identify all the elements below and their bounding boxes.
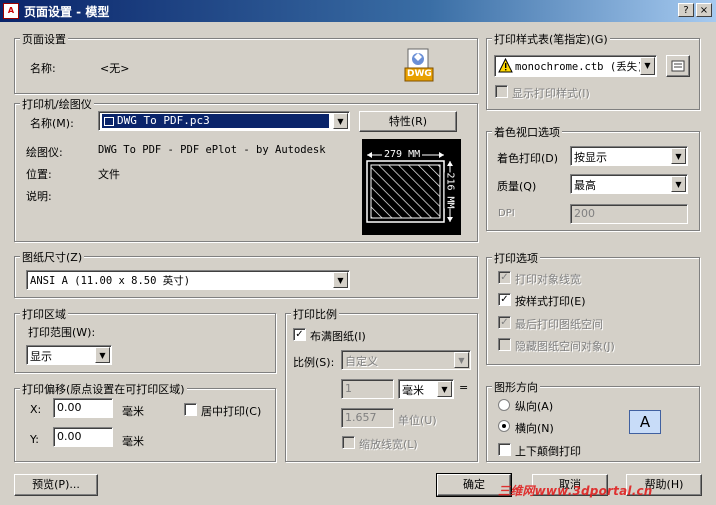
hide-paperspace-label: 隐藏图纸空间对象(J)	[515, 340, 615, 353]
plot-area-legend: 打印区域	[20, 306, 68, 322]
preview-height-label: 216 MM	[444, 172, 456, 209]
orientation-preview-icon: A	[629, 410, 661, 434]
dpi-label: DPI	[498, 208, 515, 219]
plot-with-styles-label: 按样式打印(E)	[515, 295, 586, 308]
upside-down-label: 上下颠倒打印	[515, 445, 581, 458]
chevron-down-icon[interactable]: ▼	[333, 272, 348, 288]
shade-plot-label: 着色打印(D)	[497, 152, 559, 165]
preview-height-label-wrap: 216 MM	[441, 172, 459, 209]
printer-name-label: 名称(M):	[30, 117, 74, 130]
quality-label: 质量(Q)	[497, 180, 537, 193]
fit-to-paper-checkbox[interactable]: ✓	[293, 328, 306, 341]
plot-offset-legend: 打印偏移(原点设置在可打印区域)	[20, 381, 187, 397]
plot-range-select[interactable]: 显示 ▼	[26, 345, 112, 365]
landscape-radio[interactable]	[498, 420, 510, 432]
quality-value: 最高	[574, 179, 596, 192]
scale-value1-input[interactable]: 1	[341, 379, 394, 399]
offset-x-label: X:	[30, 403, 42, 416]
help-title-button[interactable]: ?	[678, 3, 694, 17]
plot-lineweights-label: 打印对象线宽	[515, 273, 581, 286]
paper-size-value: ANSI A (11.00 x 8.50 英寸)	[30, 275, 191, 287]
chevron-down-icon[interactable]: ▼	[640, 57, 655, 75]
portrait-label: 纵向(A)	[515, 400, 554, 413]
preview-button[interactable]: 预览(P)...	[14, 474, 98, 496]
plot-range-label: 打印范围(W):	[28, 326, 96, 339]
hide-paperspace-checkbox[interactable]	[498, 338, 511, 351]
autocad-app-icon: A	[3, 3, 19, 19]
watermark-text: 三维网www.3dportal.cn	[498, 484, 653, 498]
paper-preview: 279 MM 216 MM	[362, 139, 461, 235]
plot-paperspace-last-checkbox[interactable]: ✓	[498, 316, 511, 329]
paper-size-select[interactable]: ANSI A (11.00 x 8.50 英寸) ▼	[26, 270, 350, 290]
printer-legend: 打印机/绘图仪	[20, 96, 94, 112]
orientation-legend: 图形方向	[492, 379, 540, 395]
center-plot-checkbox[interactable]	[184, 403, 197, 416]
fit-to-paper-label: 布满图纸(I)	[310, 330, 366, 343]
warning-icon	[498, 58, 513, 73]
page-setup-name-value: <无>	[100, 62, 130, 75]
scale-value2-input[interactable]: 1.657	[341, 408, 394, 428]
chevron-down-icon[interactable]: ▼	[437, 381, 452, 397]
paper-size-legend: 图纸尺寸(Z)	[20, 249, 85, 265]
scale-lineweights-checkbox[interactable]	[342, 436, 355, 449]
plot-style-select[interactable]: monochrome.ctb (丢失) ▼	[494, 55, 657, 77]
page-setup-legend: 页面设置	[20, 31, 68, 47]
dwg-badge: DWG	[407, 69, 432, 79]
plot-style-table-legend: 打印样式表(笔指定)(G)	[492, 31, 610, 47]
location-value: 文件	[98, 168, 120, 181]
chevron-down-icon[interactable]: ▼	[333, 113, 348, 129]
scale-value: 自定义	[345, 355, 378, 368]
shade-plot-select[interactable]: 按显示 ▼	[570, 146, 688, 166]
plot-style-value: monochrome.ctb (丢失)	[515, 61, 644, 73]
window-title: 页面设置 - 模型	[24, 5, 110, 19]
location-label: 位置:	[26, 168, 52, 181]
page-setup-name-label: 名称:	[30, 62, 56, 75]
upside-down-checkbox[interactable]	[498, 443, 511, 456]
center-plot-label: 居中打印(C)	[201, 405, 262, 418]
scale-lineweights-label: 缩放线宽(L)	[359, 438, 418, 451]
equals-sign: =	[459, 381, 469, 394]
dwg-file-icon: DWG	[404, 48, 434, 82]
quality-select[interactable]: 最高 ▼	[570, 174, 688, 194]
printer-name-select[interactable]: DWG To PDF.pc3 ▼	[98, 111, 350, 131]
plot-paperspace-last-label: 最后打印图纸空间	[515, 318, 603, 331]
printer-properties-button[interactable]: 特性(R)	[359, 111, 457, 132]
show-plot-styles-checkbox[interactable]	[495, 85, 508, 98]
portrait-radio[interactable]	[498, 399, 510, 411]
scale-units-label: 单位(U)	[398, 414, 437, 427]
description-label: 说明:	[26, 190, 52, 203]
printer-name-value: DWG To PDF.pc3	[117, 114, 210, 127]
chevron-down-icon[interactable]: ▼	[671, 148, 686, 164]
offset-y-input[interactable]: 0.00	[53, 427, 113, 447]
offset-y-unit: 毫米	[122, 435, 144, 448]
dpi-input[interactable]: 200	[570, 204, 688, 224]
printer-icon	[104, 117, 114, 126]
shaded-viewport-legend: 着色视口选项	[492, 124, 562, 140]
close-button[interactable]: ×	[696, 3, 712, 17]
shade-plot-value: 按显示	[574, 151, 607, 164]
scale-unit-value: 毫米	[402, 384, 424, 397]
offset-x-input[interactable]: 0.00	[53, 398, 113, 418]
plot-range-value: 显示	[30, 350, 52, 363]
plot-with-styles-checkbox[interactable]: ✓	[498, 293, 511, 306]
plotter-value: DWG To PDF - PDF ePlot - by Autodesk	[98, 144, 326, 156]
scale-label: 比例(S):	[293, 356, 335, 369]
scale-select[interactable]: 自定义 ▼	[341, 350, 471, 370]
show-plot-styles-label: 显示打印样式(I)	[512, 87, 590, 100]
plotter-label: 绘图仪:	[26, 146, 63, 159]
offset-y-label: Y:	[30, 433, 39, 446]
chevron-down-icon[interactable]: ▼	[671, 176, 686, 192]
preview-width-label: 279 MM	[382, 149, 423, 160]
scale-unit-select[interactable]: 毫米 ▼	[398, 379, 454, 399]
landscape-label: 横向(N)	[515, 422, 554, 435]
plot-options-legend: 打印选项	[492, 250, 540, 266]
plot-lineweights-checkbox[interactable]: ✓	[498, 271, 511, 284]
edit-table-icon	[671, 60, 685, 72]
offset-x-unit: 毫米	[122, 405, 144, 418]
plot-scale-legend: 打印比例	[291, 306, 339, 322]
chevron-down-icon[interactable]: ▼	[454, 352, 469, 368]
chevron-down-icon[interactable]: ▼	[95, 347, 110, 363]
edit-plot-style-button[interactable]	[666, 55, 690, 77]
